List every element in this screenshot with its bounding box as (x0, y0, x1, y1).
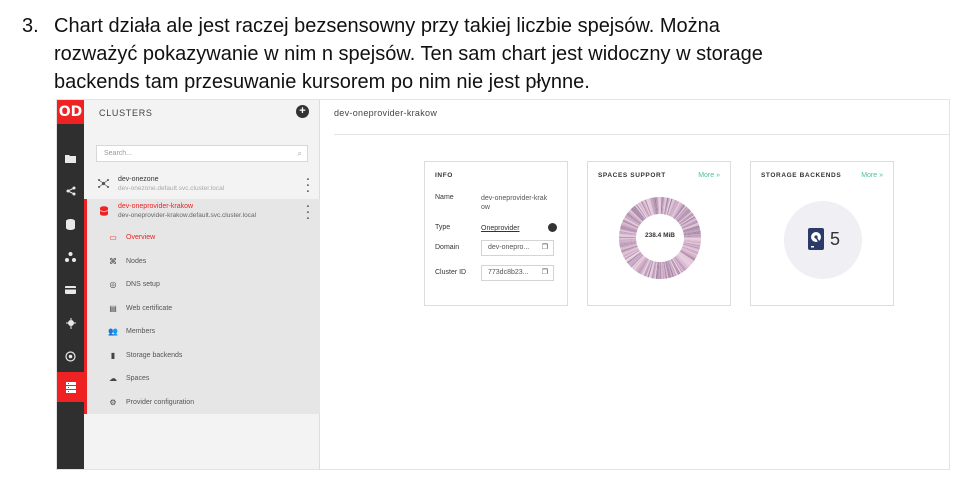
members-icon: 👥 (108, 327, 118, 337)
main-content: dev-oneprovider-krakow INFO Name dev-one… (320, 100, 949, 469)
menu-item-nodes[interactable]: ⌘ Nodes (87, 250, 320, 274)
header-divider (334, 134, 949, 135)
search-icon: ⌕ (297, 149, 302, 158)
gear-icon: ⚙ (109, 397, 117, 407)
share-icon[interactable] (57, 177, 84, 205)
menu-item-label: Members (126, 328, 156, 336)
cluster-submenu: ▭ Overview ⌘ Nodes ◎ DNS setup ▤ Web cer… (84, 226, 320, 414)
note-line-1: Chart działa ale jest raczej bezsensowny… (54, 15, 720, 37)
cluster-domain: dev-oneprovider-krakow.default.svc.clust… (118, 212, 257, 219)
page-title: dev-oneprovider-krakow (334, 108, 438, 118)
add-cluster-button[interactable]: + (296, 105, 309, 118)
nodes-icon: ⌘ (109, 256, 117, 266)
name-value-line-2: ow (481, 204, 490, 211)
spaces-more-link[interactable]: More » (698, 172, 720, 179)
overview-icon: ▭ (109, 233, 117, 243)
menu-item-label: Web certificate (126, 304, 173, 312)
harvester-icon[interactable] (57, 309, 84, 337)
review-note: 3. Chart działa ale jest raczej bezsenso… (22, 12, 962, 96)
onepanel-screenshot: OD CLUSTERS + Search... ⌕ dev-onezone de… (56, 99, 950, 470)
menu-item-label: Storage backends (126, 351, 183, 359)
main-menu-rail: OD (57, 100, 84, 469)
info-label: Cluster ID (435, 269, 467, 276)
menu-item-label: DNS setup (126, 281, 160, 289)
menu-item-spaces[interactable]: ☁ Spaces (87, 367, 320, 391)
clusters-icon[interactable] (57, 372, 84, 402)
name-value-line-1: dev-oneprovider-krak (481, 195, 548, 202)
menu-item-label: Provider configuration (126, 398, 195, 406)
onedata-logo: OD (57, 100, 84, 124)
cluster-id-field[interactable]: 773dc8b23... ❐ (481, 265, 554, 281)
menu-item-members[interactable]: 👥 Members (87, 320, 320, 344)
oneprovider-icon (98, 206, 110, 218)
search-placeholder: Search... (104, 150, 133, 157)
info-label: Name (435, 194, 454, 201)
cluster-item-dev-onezone[interactable]: dev-onezone dev-onezone.default.svc.clus… (84, 172, 320, 199)
menu-item-dns-setup[interactable]: ◎ DNS setup (87, 273, 320, 297)
groups-icon[interactable] (57, 243, 84, 271)
certificate-icon: ▤ (109, 303, 117, 313)
search-input[interactable]: Search... ⌕ (96, 145, 308, 162)
note-line-2: rozważyć pokazywanie w nim n spejsów. Te… (54, 43, 763, 65)
note-number: 3. (22, 15, 39, 37)
hard-drive-icon (808, 228, 824, 250)
info-card-title: INFO (435, 172, 453, 179)
storage-more-link[interactable]: More » (861, 172, 883, 179)
info-card: INFO Name dev-oneprovider-krak ow Type O… (424, 161, 568, 306)
copy-icon[interactable]: ❐ (542, 266, 548, 280)
storage-backends-title: STORAGE BACKENDS (761, 172, 842, 179)
spaces-support-card: SPACES SUPPORT More » 238.4 MiB (587, 161, 731, 306)
onezone-icon (97, 179, 109, 190)
menu-item-storage-backends[interactable]: ▮ Storage backends (87, 344, 320, 368)
cluster-name: dev-onezone (118, 176, 159, 183)
dns-icon: ◎ (109, 280, 117, 290)
info-label: Domain (435, 244, 460, 251)
cluster-domain: dev-onezone.default.svc.cluster.local (118, 185, 225, 192)
cluster-item-dev-oneprovider-krakow[interactable]: dev-oneprovider-krakow dev-oneprovider-k… (84, 199, 320, 226)
settings-icon[interactable] (57, 342, 84, 370)
cloud-icon: ☁ (109, 374, 117, 384)
cluster-actions-icon[interactable]: · · · (306, 202, 310, 225)
menu-item-label: Nodes (126, 257, 147, 265)
clusters-sidebar: CLUSTERS + Search... ⌕ dev-onezone dev-o… (84, 100, 320, 469)
note-line-3: backends tam przesuwanie kursorem po nim… (54, 71, 590, 93)
info-label: Type (435, 224, 451, 231)
cluster-name: dev-oneprovider-krakow (118, 203, 194, 210)
storage-icon: ▮ (110, 350, 116, 360)
menu-item-web-certificate[interactable]: ▤ Web certificate (87, 297, 320, 321)
spaces-support-title: SPACES SUPPORT (598, 172, 666, 179)
sidebar-title: CLUSTERS (99, 108, 153, 118)
menu-item-label: Spaces (126, 375, 150, 383)
database-icon[interactable] (57, 210, 84, 238)
domain-value: dev-onepro... (488, 244, 530, 251)
token-icon[interactable] (57, 276, 84, 304)
folder-icon[interactable] (57, 144, 84, 172)
storage-backends-card: STORAGE BACKENDS More » 5 (750, 161, 894, 306)
cluster-actions-icon[interactable]: · · · (306, 175, 310, 198)
cluster-id-value: 773dc8b23... (488, 269, 529, 276)
menu-item-overview[interactable]: ▭ Overview (87, 226, 320, 250)
copy-icon[interactable]: ❐ (542, 241, 548, 255)
domain-field[interactable]: dev-onepro... ❐ (481, 240, 554, 256)
spaces-total-label: 238.4 MiB (645, 232, 675, 239)
info-value: dev-oneprovider-krak ow (481, 194, 561, 212)
menu-item-provider-configuration[interactable]: ⚙ Provider configuration (87, 391, 320, 415)
storage-backends-count: 5 (830, 229, 841, 249)
menu-item-label: Overview (126, 234, 156, 242)
oneprovider-badge-icon (548, 223, 557, 232)
